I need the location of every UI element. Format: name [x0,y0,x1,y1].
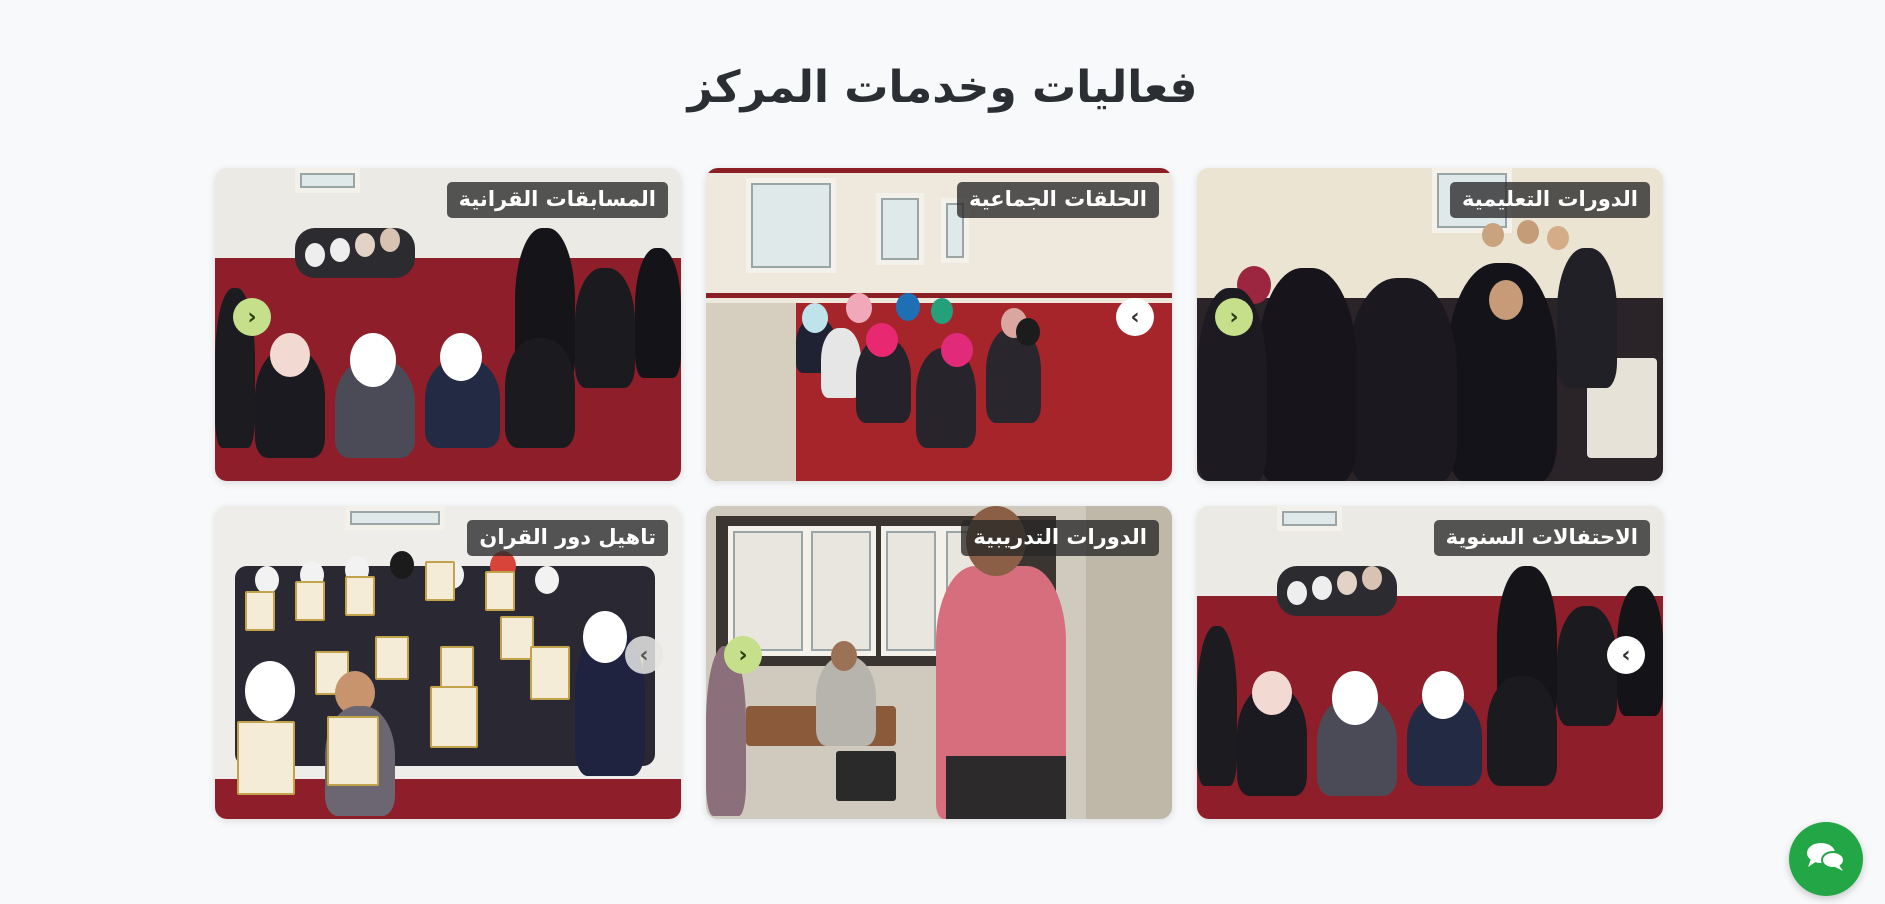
chevron-right-icon: › [639,642,649,668]
carousel-prev-button[interactable]: ‹ [1215,298,1253,336]
chat-bubbles-icon [1805,839,1847,879]
carousel-next-button[interactable]: › [625,636,663,674]
carousel-next-button[interactable]: › [1116,298,1154,336]
activity-card-training-courses[interactable]: الدورات التدريبية ‹ [706,506,1172,819]
activity-caption: الاحتفالات السنوية [1433,520,1650,556]
activity-caption: الدورات التدريبية [961,520,1159,556]
activity-caption: الحلقات الجماعية [956,182,1159,218]
carousel-prev-button[interactable]: ‹ [724,636,762,674]
chat-button[interactable] [1789,822,1863,896]
section-title: فعاليات وخدمات المركز [687,62,1198,113]
activity-card-annual-celebrations[interactable]: الاحتفالات السنوية › [1197,506,1663,819]
activities-grid: الدورات التعليمية ‹ الحلقات الجماعية › ا… [213,168,1663,819]
chevron-right-icon: › [1130,304,1140,330]
chevron-right-icon: › [1621,642,1631,668]
activity-caption: المسابقات القرانية [446,182,668,218]
activity-card-quran-competitions[interactable]: المسابقات القرانية ‹ [215,168,681,481]
carousel-next-button[interactable]: › [1607,636,1645,674]
activity-card-educational-courses[interactable]: الدورات التعليمية ‹ [1197,168,1663,481]
activity-caption: تاهيل دور القران [467,520,668,556]
activity-card-quran-house-qualification[interactable]: تاهيل دور القران › [215,506,681,819]
activity-card-group-circles[interactable]: الحلقات الجماعية › [706,168,1172,481]
chevron-left-icon: ‹ [1229,304,1239,330]
carousel-prev-button[interactable]: ‹ [233,298,271,336]
activity-caption: الدورات التعليمية [1449,182,1650,218]
chevron-left-icon: ‹ [247,304,257,330]
chevron-left-icon: ‹ [738,642,748,668]
